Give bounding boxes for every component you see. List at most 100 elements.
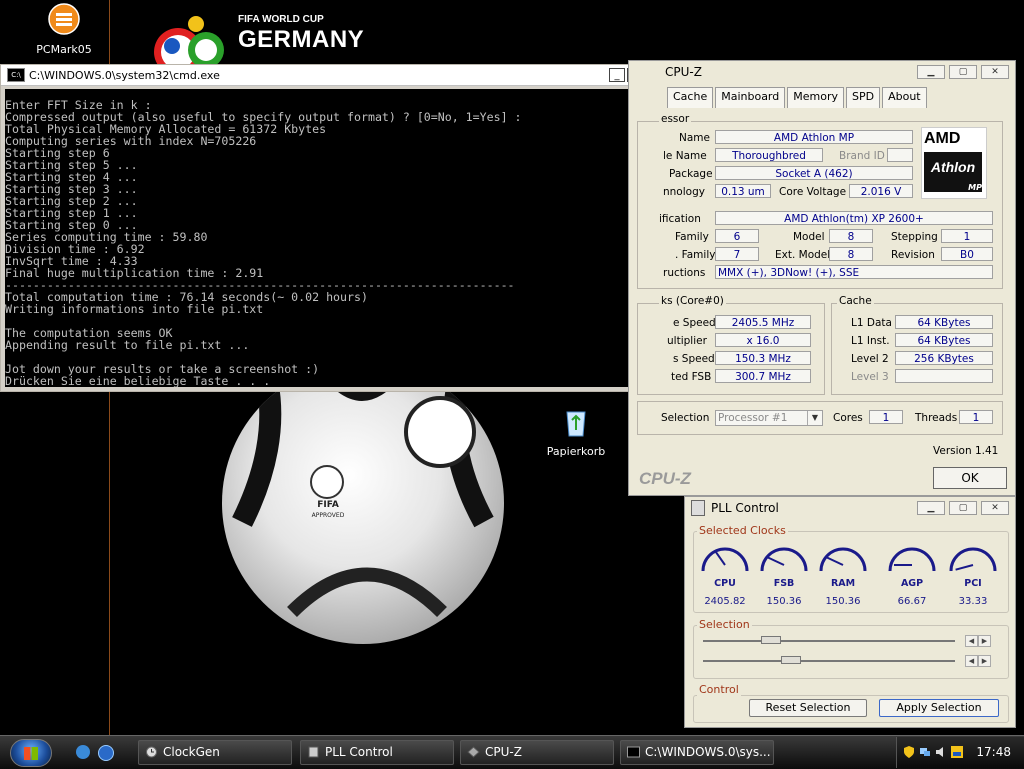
selection-title: Selection	[697, 618, 752, 631]
gauge-value: 150.36	[825, 596, 861, 607]
cpuz-window[interactable]: CPU-Z ▁ ▢ ✕ Cache Mainboard Memory SPD A…	[628, 60, 1016, 496]
stepping-value: 1	[941, 229, 993, 243]
l1-inst-value: 64 KBytes	[895, 333, 993, 347]
minimize-button[interactable]: _	[609, 68, 625, 82]
model-label: Model	[793, 231, 825, 243]
minimize-button[interactable]: ▁	[917, 65, 945, 79]
clock[interactable]: 17:48	[976, 745, 1011, 759]
gauge-value: 66.67	[897, 596, 927, 607]
gauge-label: AGP	[900, 578, 924, 589]
soccer-ball-wallpaper: FIFA APPROVED	[222, 362, 504, 644]
world-cup-emblem-icon	[154, 16, 224, 66]
slider-thumb-2[interactable]	[781, 656, 801, 664]
minimize-button[interactable]: ▁	[917, 501, 945, 515]
gauge-cpu: CPU 2405.82	[699, 541, 751, 607]
desktop-icon-recycle-bin[interactable]: Papierkorb	[536, 406, 616, 458]
apply-selection-button[interactable]: Apply Selection	[879, 699, 999, 717]
chevron-down-icon[interactable]: ▼	[807, 411, 822, 425]
threads-label: Threads	[915, 412, 958, 424]
desktop-icon-pcmark05[interactable]: PCMark05	[24, 2, 104, 56]
bus-speed-value: 150.3 MHz	[715, 351, 811, 365]
desktop-icon-label: Papierkorb	[546, 445, 606, 458]
rated-fsb-value: 300.7 MHz	[715, 369, 811, 383]
package-value: Socket A (462)	[715, 166, 913, 180]
taskbar-item-clockgen[interactable]: ClockGen	[138, 740, 292, 765]
gauge-dial-icon	[888, 547, 936, 572]
threads-value: 1	[959, 410, 993, 424]
family-label: Family	[675, 231, 709, 243]
gauge-ram: RAM 150.36	[817, 541, 869, 607]
maximize-button[interactable]: ▢	[949, 65, 977, 79]
maximize-button[interactable]: ▢	[949, 501, 977, 515]
l1-inst-label: L1 Inst.	[851, 335, 890, 347]
cmd-icon: C:\	[7, 68, 25, 82]
gauge-value: 150.36	[766, 596, 802, 607]
technology-label: nnology	[663, 186, 705, 198]
spin-left-icon[interactable]: ◀	[965, 635, 978, 647]
taskbar-item-pll-control[interactable]: PLL Control	[300, 740, 454, 765]
taskbar-item-label: ClockGen	[163, 745, 220, 759]
spin-buttons-2: ◀ ▶	[965, 655, 991, 667]
revision-label: Revision	[891, 249, 935, 261]
start-button[interactable]	[10, 739, 52, 767]
tab-about[interactable]: About	[882, 87, 927, 108]
ok-button[interactable]: OK	[933, 467, 1007, 489]
gauge-dial-icon	[701, 547, 749, 572]
tab-spd[interactable]: SPD	[846, 87, 881, 108]
tab-memory[interactable]: Memory	[787, 87, 844, 108]
mp-badge: MP	[968, 183, 982, 192]
level3-label: Level 3	[851, 371, 889, 383]
cmd-window[interactable]: C:\ C:\WINDOWS.0\system32\cmd.exe _ □ × …	[0, 64, 664, 392]
cores-value: 1	[869, 410, 903, 424]
l1-data-label: L1 Data	[851, 317, 892, 329]
security-shield-icon[interactable]	[903, 746, 915, 758]
spin-right-icon[interactable]: ▶	[978, 655, 991, 667]
ext-model-label: Ext. Model	[775, 249, 831, 261]
gauge-value: 2405.82	[704, 596, 746, 607]
internet-explorer-icon[interactable]	[98, 745, 114, 761]
volume-icon[interactable]	[935, 746, 947, 758]
network-icon[interactable]	[919, 746, 931, 758]
taskbar-item-label: C:\WINDOWS.0\sys...	[645, 745, 771, 759]
pll-control-window[interactable]: PLL Control ▁ ▢ ✕ Selected Clocks CPU 240…	[684, 496, 1016, 728]
gauge-value: 33.33	[958, 596, 988, 607]
pll-title: PLL Control	[711, 501, 779, 515]
brand-id-value	[887, 148, 913, 162]
slider-thumb-1[interactable]	[761, 636, 781, 644]
close-button[interactable]: ✕	[981, 501, 1009, 515]
taskbar-item-label: CPU-Z	[485, 745, 522, 759]
tray-app-icon[interactable]	[951, 746, 963, 758]
quicklaunch-show-desktop-icon[interactable]	[76, 745, 90, 759]
ext-family-value: 7	[715, 247, 759, 261]
gauge-dial-icon	[760, 547, 808, 572]
world-cup-title: FIFA WORLD CUP	[238, 14, 324, 25]
processor-select[interactable]: Processor #1 ▼	[715, 410, 823, 426]
tab-mainboard[interactable]: Mainboard	[715, 87, 786, 108]
taskbar-item-cpuz[interactable]: CPU-Z	[460, 740, 614, 765]
family-value: 6	[715, 229, 759, 243]
processor-group-title: essor	[659, 113, 692, 125]
close-button[interactable]: ✕	[981, 65, 1009, 79]
cpuz-brand: CPU-Z	[639, 469, 691, 488]
console-output[interactable]: Enter FFT Size in k : Compressed output (…	[5, 89, 647, 387]
cmd-title-bar[interactable]: C:\ C:\WINDOWS.0\system32\cmd.exe _ □ ×	[1, 65, 663, 86]
spin-right-icon[interactable]: ▶	[978, 635, 991, 647]
cpuz-title-bar[interactable]: CPU-Z ▁ ▢ ✕	[629, 61, 1015, 83]
core-speed-value: 2405.5 MHz	[715, 315, 811, 329]
console-line: Appending result to file pi.txt ...	[5, 338, 250, 352]
taskbar-item-cmd[interactable]: C:\WINDOWS.0\sys...	[620, 740, 774, 765]
control-title: Control	[697, 683, 741, 696]
l1-data-value: 64 KBytes	[895, 315, 993, 329]
spin-left-icon[interactable]: ◀	[965, 655, 978, 667]
pll-title-bar[interactable]: PLL Control ▁ ▢ ✕	[685, 497, 1015, 519]
taskbar-item-label: PLL Control	[325, 745, 393, 759]
gauge-fsb: FSB 150.36	[758, 541, 810, 607]
amd-logo-text: AMD	[924, 130, 961, 147]
reset-selection-button[interactable]: Reset Selection	[749, 699, 867, 717]
instructions-value: MMX (+), 3DNow! (+), SSE	[715, 265, 993, 279]
cpuz-icon	[467, 746, 480, 758]
core-voltage-value: 2.016 V	[849, 184, 913, 198]
level3-value	[895, 369, 993, 383]
tab-cache[interactable]: Cache	[667, 87, 714, 108]
cpuz-tabs: Cache Mainboard Memory SPD About	[667, 87, 929, 108]
